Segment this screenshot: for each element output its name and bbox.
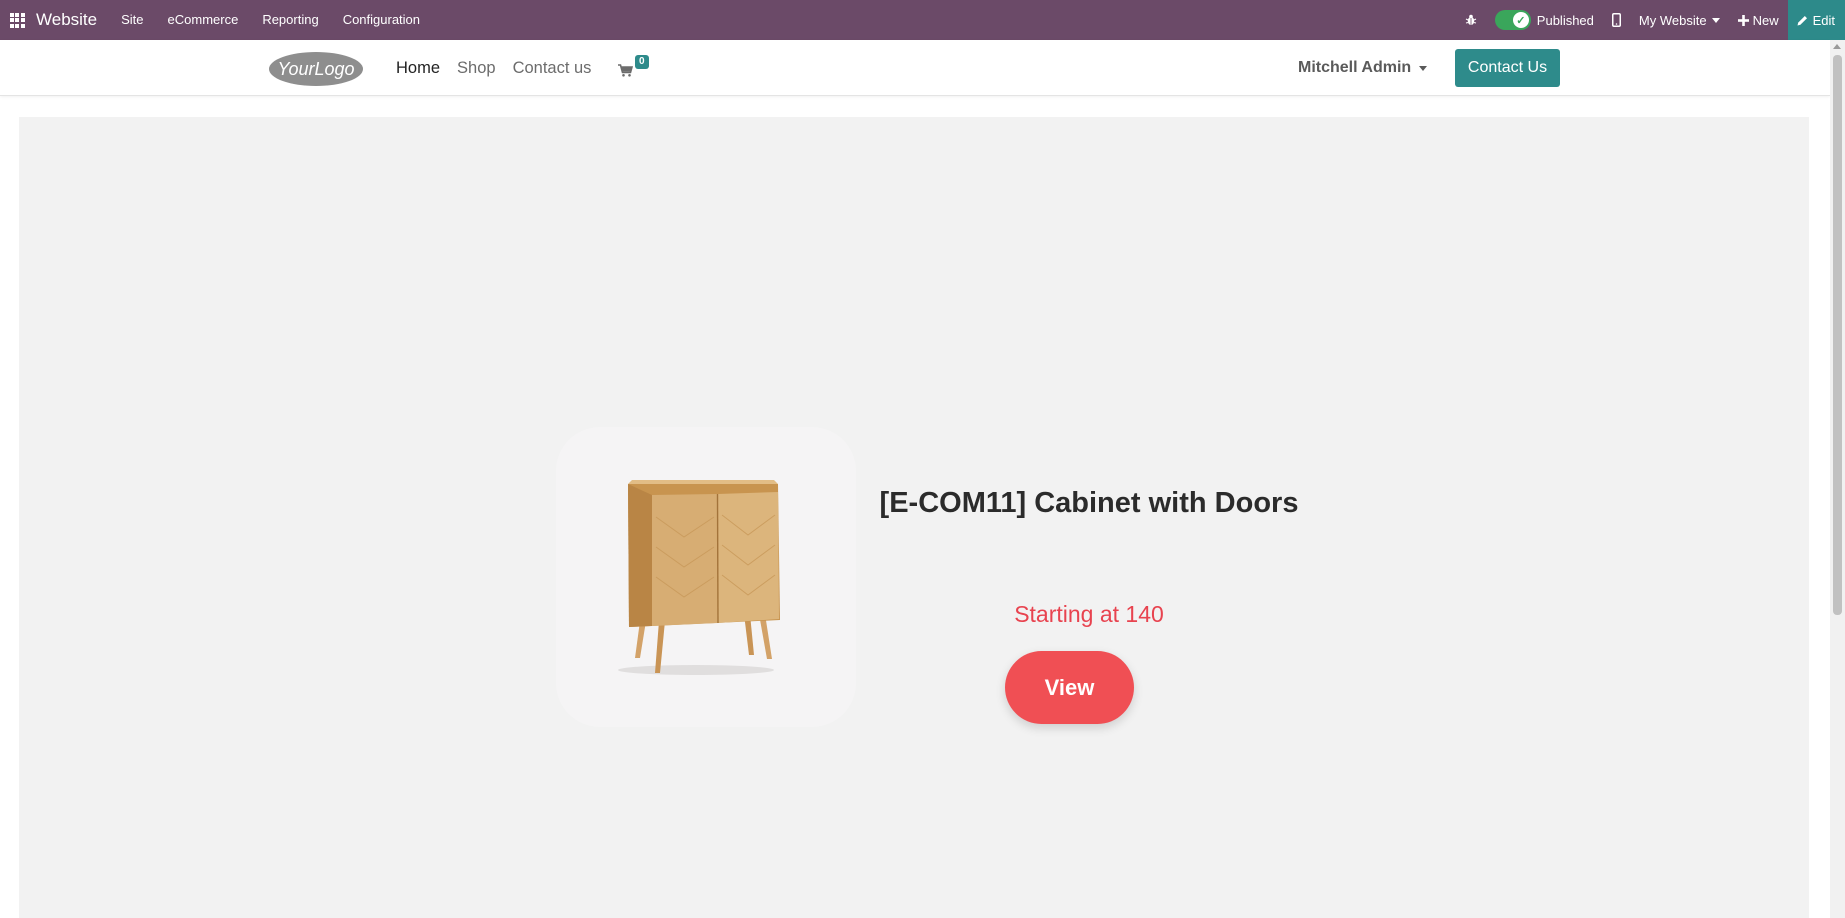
mobile-preview-button[interactable] — [1603, 0, 1630, 40]
admin-menu: Site eCommerce Reporting Configuration — [109, 0, 432, 40]
app-title[interactable]: Website — [36, 10, 97, 30]
nav-contact-us[interactable]: Contact us — [513, 59, 592, 78]
menu-item-configuration[interactable]: Configuration — [331, 0, 432, 40]
user-name: Mitchell Admin — [1298, 59, 1412, 76]
bug-icon — [1465, 14, 1477, 25]
product-image-card[interactable] — [556, 427, 856, 727]
chevron-down-icon — [1711, 17, 1720, 23]
admin-right-controls: ✓ Published My Website New Edit — [1456, 0, 1845, 40]
new-label: New — [1752, 12, 1779, 28]
publish-status-label: Published — [1536, 12, 1594, 28]
nav-shop[interactable]: Shop — [457, 59, 496, 78]
edit-button[interactable]: Edit — [1787, 0, 1845, 40]
shopping-cart-icon — [618, 64, 633, 77]
main-nav: Home Shop Contact us — [396, 40, 608, 96]
apps-grid-icon[interactable] — [0, 0, 34, 40]
pencil-icon — [1797, 15, 1807, 25]
debug-bug-button[interactable] — [1456, 0, 1486, 40]
menu-item-reporting[interactable]: Reporting — [250, 0, 330, 40]
new-button[interactable]: New — [1729, 0, 1788, 40]
page-scrollbar[interactable] — [1830, 40, 1845, 918]
product-price: Starting at 140 — [1014, 601, 1164, 627]
admin-navbar: Website Site eCommerce Reporting Configu… — [0, 0, 1845, 40]
user-menu[interactable]: Mitchell Admin — [1298, 40, 1428, 96]
chevron-down-icon — [1419, 65, 1428, 71]
nav-home[interactable]: Home — [396, 59, 440, 78]
website-selector-label: My Website — [1638, 12, 1707, 28]
wooden-cabinet-image — [618, 480, 780, 675]
website-selector[interactable]: My Website — [1630, 0, 1729, 40]
logo-text: YourLogo — [277, 59, 354, 79]
scroll-up-arrow-icon[interactable] — [1833, 44, 1841, 49]
scroll-thumb[interactable] — [1833, 55, 1842, 615]
website-header: YourLogo Home Shop Contact us 0 Mitchell… — [0, 40, 1830, 96]
cart-count-badge: 0 — [635, 55, 649, 69]
site-logo[interactable]: YourLogo — [268, 48, 364, 88]
menu-item-ecommerce[interactable]: eCommerce — [156, 0, 251, 40]
check-icon: ✓ — [1512, 12, 1529, 28]
contact-us-button[interactable]: Contact Us — [1455, 49, 1560, 87]
menu-item-site[interactable]: Site — [109, 0, 155, 40]
product-title: [E-COM11] Cabinet with Doors — [879, 487, 1299, 519]
mobile-icon — [1611, 13, 1621, 27]
product-snippet-section: [E-COM11] Cabinet with Doors Starting at… — [19, 117, 1809, 918]
toggle-switch[interactable]: ✓ — [1494, 10, 1531, 30]
plus-icon — [1737, 14, 1749, 26]
publish-toggle[interactable]: ✓ Published — [1486, 0, 1603, 40]
view-product-button[interactable]: View — [1005, 651, 1134, 724]
cart-button[interactable]: 0 — [615, 54, 655, 84]
edit-label: Edit — [1812, 12, 1835, 28]
